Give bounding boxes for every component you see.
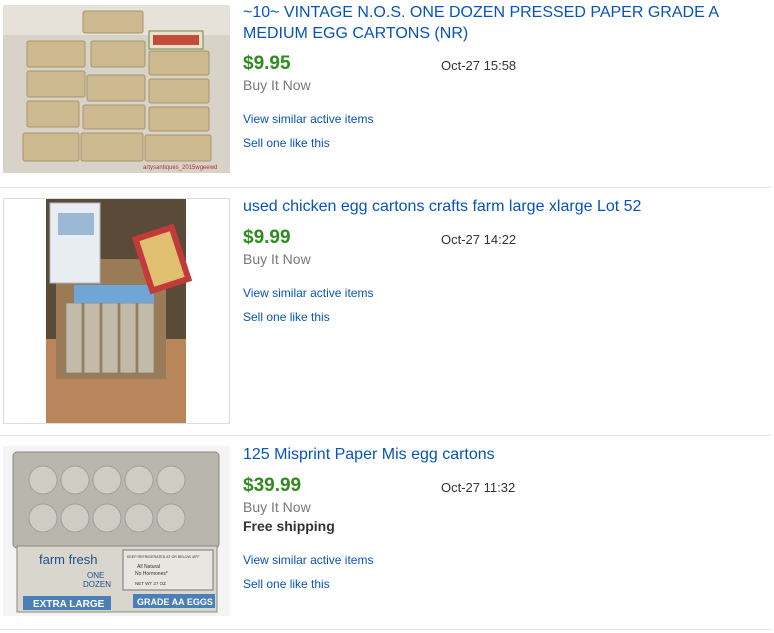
image-text-dozen: DOZEN (83, 580, 111, 589)
listing-title-link[interactable]: ~10~ VINTAGE N.O.S. ONE DOZEN PRESSED PA… (243, 2, 753, 44)
listing-shipping: Free shipping (243, 518, 335, 534)
image-text-keep: KEEP REFRIGERATED AT OR BELOW 45°F (127, 555, 200, 559)
listing-price: $39.99 (243, 475, 302, 496)
listing-row: artysantiques_2015wgeewd ~10~ VINTAGE N.… (0, 0, 774, 188)
image-text-grade: GRADE AA EGGS (137, 597, 213, 607)
sell-one-link[interactable]: Sell one like this (243, 310, 330, 324)
view-similar-link[interactable]: View similar active items (243, 112, 373, 126)
listing-row: farm fresh ONE DOZEN EXTRA LARGE GRADE A… (0, 436, 774, 633)
row-divider (0, 629, 771, 630)
listing-row: used chicken egg cartons crafts farm lar… (0, 188, 774, 436)
listing-end-date: Oct-27 15:58 (441, 58, 517, 73)
listing-end-date: Oct-27 11:32 (441, 480, 516, 495)
image-watermark: artysantiques_2015wgeewd (143, 165, 217, 171)
listing-price: $9.99 (243, 227, 291, 248)
sell-one-link[interactable]: Sell one like this (243, 136, 330, 150)
image-text-size: EXTRA LARGE (33, 599, 105, 610)
listing-format: Buy It Now (243, 77, 311, 93)
listing-price: $9.95 (243, 53, 291, 74)
sell-one-link[interactable]: Sell one like this (243, 577, 330, 591)
listing-thumbnail[interactable]: farm fresh ONE DOZEN EXTRA LARGE GRADE A… (3, 446, 230, 616)
listing-title-link[interactable]: 125 Misprint Paper Mis egg cartons (243, 444, 753, 465)
listing-format: Buy It Now (243, 499, 311, 515)
listing-thumbnail[interactable]: artysantiques_2015wgeewd (3, 5, 230, 173)
image-text-natural: All Natural (137, 564, 160, 570)
listing-end-date: Oct-27 14:22 (441, 232, 517, 247)
view-similar-link[interactable]: View similar active items (243, 286, 373, 300)
image-text-netwt: NET WT 27 OZ (135, 581, 166, 586)
listing-thumbnail[interactable] (3, 198, 230, 424)
image-text-hormones: No Hormones* (135, 571, 168, 577)
image-text-one: ONE (87, 571, 104, 580)
image-text-brand: farm fresh (39, 552, 98, 567)
view-similar-link[interactable]: View similar active items (243, 553, 373, 567)
listing-format: Buy It Now (243, 251, 311, 267)
listing-title-link[interactable]: used chicken egg cartons crafts farm lar… (243, 196, 753, 217)
